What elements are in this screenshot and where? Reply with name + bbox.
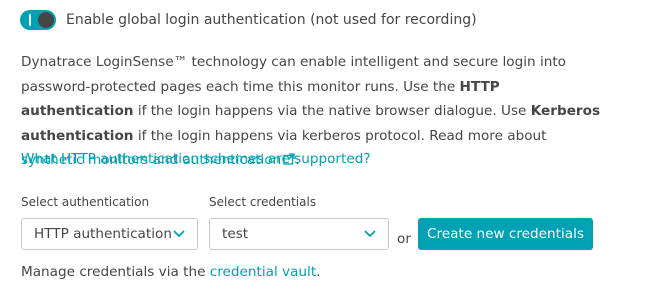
select-credentials-label: Select credentials [209, 195, 317, 209]
toggle-knob [38, 12, 54, 28]
or-separator: or [397, 231, 411, 247]
toggle-on-indicator [29, 14, 31, 26]
http-auth-schemes-link[interactable]: What HTTP authentication schemes are sup… [21, 151, 371, 167]
chevron-down-icon [173, 230, 185, 237]
global-login-toggle-label: Enable global login authentication (not … [66, 12, 477, 28]
create-new-credentials-button[interactable]: Create new credentials [418, 218, 593, 250]
credential-vault-link[interactable]: credential vault [210, 264, 316, 280]
global-login-toggle[interactable] [20, 10, 56, 30]
login-authentication-panel: Enable global login authentication (not … [0, 0, 652, 291]
manage-credentials-suffix: . [316, 264, 321, 280]
manage-credentials-text: Manage credentials via the [21, 264, 210, 280]
manage-credentials-note: Manage credentials via the credential va… [21, 264, 320, 280]
authentication-select[interactable]: HTTP authentication [21, 218, 198, 250]
authentication-select-value: HTTP authentication [34, 226, 172, 242]
credentials-select-value: test [222, 226, 249, 242]
description-text-2: if the login happens via the native brow… [133, 103, 531, 119]
credentials-select[interactable]: test [209, 218, 389, 250]
select-authentication-label: Select authentication [21, 195, 150, 209]
chevron-down-icon [364, 230, 376, 237]
global-login-toggle-row: Enable global login authentication (not … [20, 10, 477, 30]
description-text-3: if the login happens via kerberos protoc… [133, 127, 547, 144]
